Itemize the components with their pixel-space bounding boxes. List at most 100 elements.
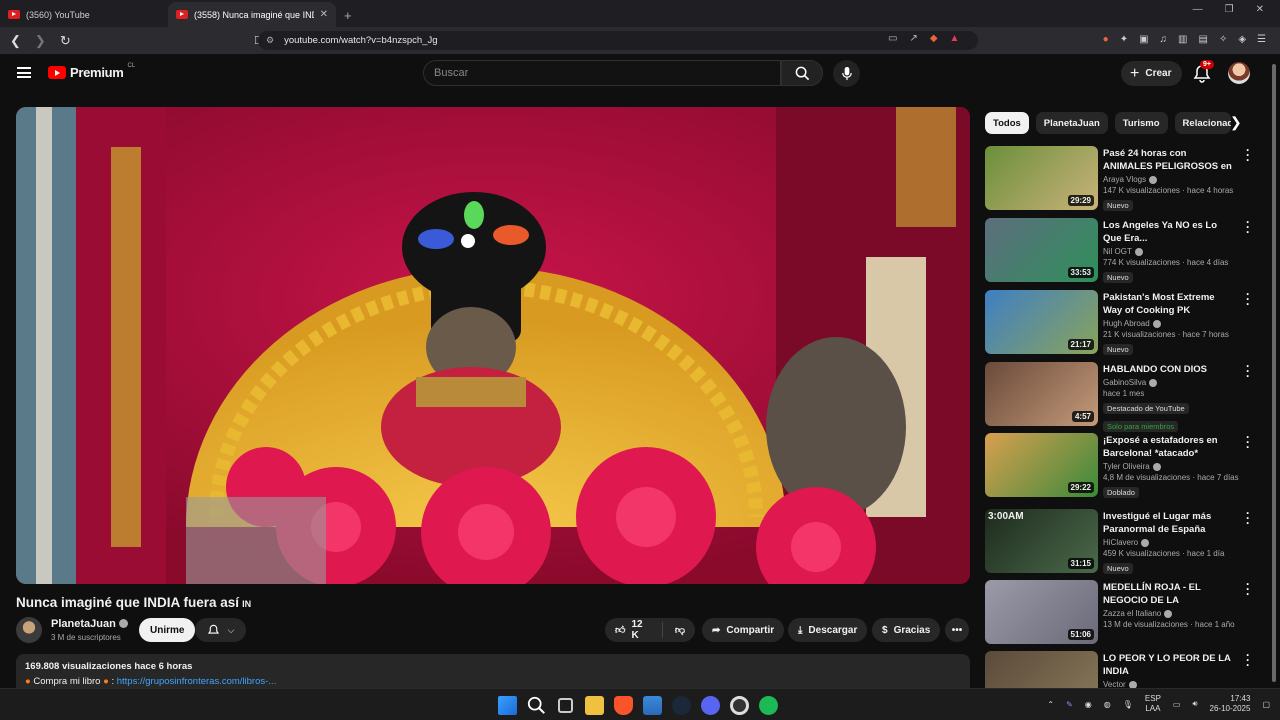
video-thumbnail[interactable]: 4:57 (985, 362, 1098, 426)
join-button[interactable]: Unirme (139, 618, 196, 642)
more-vertical-icon[interactable]: · · · (1245, 288, 1251, 310)
recommendation-channel[interactable]: GabinoSilva (1103, 378, 1233, 387)
forward-icon[interactable]: ❯ (35, 33, 46, 49)
media-icon[interactable]: ♫ (1160, 34, 1168, 45)
recommendation-channel[interactable]: Nil OGT (1103, 247, 1233, 256)
sidebar-icon[interactable]: ▥ (1178, 34, 1187, 45)
recommendation-channel[interactable]: HiClavero (1103, 538, 1233, 547)
account-avatar[interactable] (1228, 62, 1250, 84)
recommendation-title[interactable]: Investigué el Lugar más Paranormal de Es… (1103, 510, 1233, 536)
channel-avatar[interactable] (16, 617, 42, 643)
recommendation-title[interactable]: ¡Exposé a estafadores en Barcelona! *ata… (1103, 434, 1233, 460)
scrollbar-thumb[interactable] (1272, 64, 1276, 682)
chip-related[interactable]: Relacionad (1174, 112, 1231, 134)
language-indicator[interactable]: ESP LAA (1145, 694, 1161, 714)
video-thumbnail[interactable]: 51:06 (985, 580, 1098, 644)
more-actions-button[interactable]: ••• (945, 618, 969, 642)
hamburger-menu-icon[interactable] (17, 67, 31, 78)
page-scrollbar[interactable] (1271, 64, 1277, 684)
channel-name[interactable]: PlanetaJuan (51, 618, 128, 630)
recommendation-title[interactable]: Pakistan's Most Extreme Way of Cooking P… (1103, 291, 1233, 317)
discord-icon[interactable] (701, 696, 720, 715)
brave-browser-icon[interactable] (614, 696, 633, 715)
search-icon[interactable] (527, 696, 546, 715)
recommendation-title[interactable]: Pasé 24 horas con ANIMALES PELIGROSOS en… (1103, 147, 1233, 173)
notification-center-icon[interactable]: ▢ (1262, 700, 1270, 709)
chrome-icon[interactable] (730, 696, 749, 715)
screenshot-icon[interactable]: ▣ (1139, 34, 1148, 45)
description-link[interactable]: https://gruposinfronteras.com/libros-... (117, 676, 276, 687)
close-tab-icon[interactable]: ✕ (320, 9, 328, 20)
share-button[interactable]: ➦ Compartir (702, 618, 785, 642)
video-thumbnail[interactable]: 29:29 (985, 146, 1098, 210)
subscription-bell-button[interactable]: ⌵ (195, 618, 246, 642)
more-vertical-icon[interactable]: · · · (1245, 649, 1251, 671)
recommendation-channel[interactable]: Hugh Abroad (1103, 319, 1233, 328)
download-button[interactable]: ⤓ Descargar (788, 618, 868, 642)
video-thumbnail[interactable]: 29:22 (985, 433, 1098, 497)
spotify-icon[interactable] (759, 696, 778, 715)
search-input[interactable]: Buscar (423, 60, 781, 86)
chip-tourism[interactable]: Turismo (1114, 112, 1168, 134)
leo-icon[interactable]: ✧ (1219, 34, 1227, 45)
recommendation-item[interactable]: 4:57 HABLANDO CON DIOS GabinoSilva hace 1… (985, 360, 1250, 432)
more-vertical-icon[interactable]: · · · (1245, 431, 1251, 453)
photos-icon[interactable] (643, 696, 662, 715)
recommendation-title[interactable]: HABLANDO CON DIOS (1103, 363, 1233, 376)
thanks-button[interactable]: $ Gracias (872, 618, 941, 642)
recommendation-channel[interactable]: Araya Vlogs (1103, 175, 1233, 184)
recommendation-item[interactable]: 29:22 ¡Exposé a estafadores en Barcelona… (985, 431, 1250, 499)
minimize-icon[interactable]: — (1193, 4, 1203, 15)
recommendation-title[interactable]: MEDELLÍN ROJA - EL NEGOCIO DE LA PROSTIT… (1103, 581, 1233, 607)
close-window-icon[interactable]: ✕ (1256, 4, 1264, 15)
video-thumbnail[interactable]: 3:00AM 31:15 (985, 509, 1098, 573)
extension-puzzle-icon[interactable]: ✦ (1120, 34, 1128, 45)
wallet-icon[interactable]: ▤ (1198, 34, 1207, 45)
network-icon[interactable]: ▭ (1173, 700, 1181, 709)
more-vertical-icon[interactable]: · · · (1245, 578, 1251, 600)
video-thumbnail[interactable]: 33:53 (985, 218, 1098, 282)
recommendation-title[interactable]: LO PEOR Y LO PEOR DE LA INDIA (1103, 652, 1233, 678)
reload-icon[interactable]: ↻ (60, 33, 71, 49)
tray-overflow-icon[interactable]: ⌃ (1047, 700, 1054, 709)
discord-tray-icon[interactable]: ◍ (1104, 700, 1111, 709)
search-button[interactable] (781, 60, 823, 86)
back-icon[interactable]: ❮ (10, 33, 21, 49)
chip-channel[interactable]: PlanetaJuan (1035, 112, 1108, 134)
recommendation-item[interactable]: 3:00AM 31:15 Investigué el Lugar más Para… (985, 507, 1250, 575)
chevron-right-icon[interactable]: ❯ (1230, 114, 1242, 131)
extension-fire-icon[interactable]: ● (1103, 34, 1109, 45)
volume-icon[interactable]: 🔊︎ (1192, 699, 1197, 709)
system-clock[interactable]: 17:43 26-10-2025 (1210, 694, 1251, 714)
microphone-tray-icon[interactable]: 🎙︎ (1123, 700, 1133, 709)
recommendation-item[interactable]: 21:17 Pakistan's Most Extreme Way of Coo… (985, 288, 1250, 356)
share-icon[interactable]: ↗ (909, 33, 917, 44)
more-vertical-icon[interactable]: · · · (1245, 360, 1251, 382)
recommendation-title[interactable]: Los Angeles Ya NO es Lo Que Era... (1103, 219, 1233, 245)
windows-start-icon[interactable] (498, 696, 517, 715)
cast-icon[interactable]: ▭ (888, 33, 897, 44)
steam-tray-icon[interactable]: ◉ (1085, 700, 1092, 709)
more-vertical-icon[interactable]: · · · (1245, 144, 1251, 166)
address-bar[interactable]: ⚙ youtube.com/watch?v=b4nzspch_Jg (258, 31, 978, 50)
recommendation-item[interactable]: 51:06 MEDELLÍN ROJA - EL NEGOCIO DE LA P… (985, 578, 1250, 646)
task-view-icon[interactable] (558, 698, 573, 713)
restore-icon[interactable]: ❐ (1225, 4, 1234, 15)
create-button[interactable]: + Crear (1121, 61, 1183, 86)
new-tab-button[interactable]: + (336, 8, 360, 27)
recommendation-channel[interactable]: Tyler Oliveira (1103, 462, 1233, 471)
site-info-icon[interactable]: ⚙ (266, 35, 274, 46)
recommendation-channel[interactable]: Zazza el Italiano (1103, 609, 1233, 618)
recommendation-item[interactable]: 29:29 Pasé 24 horas con ANIMALES PELIGRO… (985, 144, 1250, 212)
recommendation-item[interactable]: 33:53 Los Angeles Ya NO es Lo Que Era...… (985, 216, 1250, 284)
dislike-button[interactable]: 👎︎ (669, 624, 695, 636)
voice-search-button[interactable] (833, 60, 860, 87)
video-player[interactable] (16, 107, 970, 584)
like-button[interactable]: 👍︎ 12 K (605, 619, 663, 641)
steam-icon[interactable] (672, 696, 691, 715)
pen-icon[interactable]: ✎ (1066, 700, 1073, 709)
brave-rewards-icon[interactable]: ▲ (950, 33, 960, 44)
more-vertical-icon[interactable]: · · · (1245, 507, 1251, 529)
youtube-logo[interactable]: Premium CL (48, 63, 135, 80)
menu-icon[interactable]: ☰ (1257, 34, 1266, 45)
